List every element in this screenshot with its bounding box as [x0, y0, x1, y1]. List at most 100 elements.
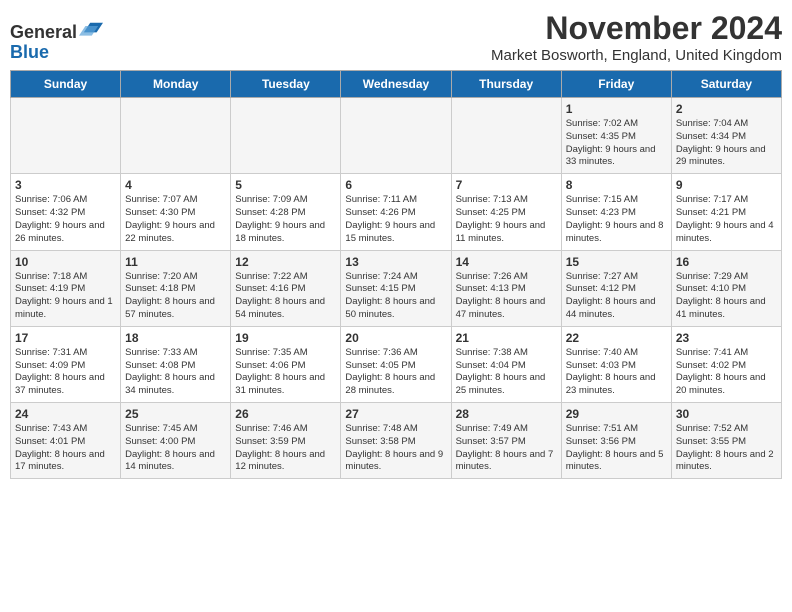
table-row [121, 98, 231, 174]
day-info: Sunrise: 7:41 AMSunset: 4:02 PMDaylight:… [676, 347, 777, 398]
day-info: Sunrise: 7:35 AMSunset: 4:06 PMDaylight:… [235, 347, 336, 398]
day-number: 8 [566, 178, 667, 192]
table-row: 7Sunrise: 7:13 AMSunset: 4:25 PMDaylight… [451, 174, 561, 250]
day-number: 18 [125, 331, 226, 345]
table-row: 29 Sunrise: 7:51 AMSunset: 3:56 PMDayligh… [561, 403, 671, 479]
day-info: Sunrise: 7:49 AMSunset: 3:57 PMDaylight:… [456, 423, 557, 474]
day-info: Sunrise: 7:04 AMSunset: 4:34 PMDaylight:… [676, 118, 777, 169]
table-row: 26Sunrise: 7:46 AMSunset: 3:59 PMDayligh… [231, 403, 341, 479]
col-saturday: Saturday [671, 71, 781, 98]
day-info: Sunrise: 7:33 AMSunset: 4:08 PMDaylight:… [125, 347, 226, 398]
table-row: 30 Sunrise: 7:52 AMSunset: 3:55 PMDayligh… [671, 403, 781, 479]
table-row: 14Sunrise: 7:26 AMSunset: 4:13 PMDayligh… [451, 250, 561, 326]
day-info: Sunrise: 7:43 AMSunset: 4:01 PMDaylight:… [15, 423, 116, 474]
day-number: 13 [345, 255, 446, 269]
day-number: 25 [125, 407, 226, 421]
day-number: 23 [676, 331, 777, 345]
day-info: Sunrise: 7:45 AMSunset: 4:00 PMDaylight:… [125, 423, 226, 474]
table-row: 28 Sunrise: 7:49 AMSunset: 3:57 PMDayligh… [451, 403, 561, 479]
day-info: Sunrise: 7:11 AMSunset: 4:26 PMDaylight:… [345, 194, 446, 245]
day-info: Sunrise: 7:52 AMSunset: 3:55 PMDaylight:… [676, 423, 777, 474]
day-info: Sunrise: 7:36 AMSunset: 4:05 PMDaylight:… [345, 347, 446, 398]
table-row: 16Sunrise: 7:29 AMSunset: 4:10 PMDayligh… [671, 250, 781, 326]
table-row: 20 Sunrise: 7:36 AMSunset: 4:05 PMDayligh… [341, 326, 451, 402]
table-row: 12Sunrise: 7:22 AMSunset: 4:16 PMDayligh… [231, 250, 341, 326]
day-info: Sunrise: 7:06 AMSunset: 4:32 PMDaylight:… [15, 194, 116, 245]
logo-general: General [10, 22, 77, 42]
col-sunday: Sunday [11, 71, 121, 98]
col-friday: Friday [561, 71, 671, 98]
table-row: 8Sunrise: 7:15 AMSunset: 4:23 PMDaylight… [561, 174, 671, 250]
table-row: 6 Sunrise: 7:11 AMSunset: 4:26 PMDaylight… [341, 174, 451, 250]
calendar-table: Sunday Monday Tuesday Wednesday Thursday… [10, 70, 782, 479]
day-info: Sunrise: 7:20 AMSunset: 4:18 PMDaylight:… [125, 271, 226, 322]
table-row: 9Sunrise: 7:17 AMSunset: 4:21 PMDaylight… [671, 174, 781, 250]
table-row [341, 98, 451, 174]
col-tuesday: Tuesday [231, 71, 341, 98]
table-row: 5Sunrise: 7:09 AMSunset: 4:28 PMDaylight… [231, 174, 341, 250]
day-number: 15 [566, 255, 667, 269]
day-info: Sunrise: 7:51 AMSunset: 3:56 PMDaylight:… [566, 423, 667, 474]
day-number: 2 [676, 102, 777, 116]
table-row: 24 Sunrise: 7:43 AMSunset: 4:01 PMDayligh… [11, 403, 121, 479]
table-row: 13 Sunrise: 7:24 AMSunset: 4:15 PMDayligh… [341, 250, 451, 326]
day-number: 11 [125, 255, 226, 269]
table-row [451, 98, 561, 174]
calendar-week-5: 24 Sunrise: 7:43 AMSunset: 4:01 PMDayligh… [11, 403, 782, 479]
day-number: 16 [676, 255, 777, 269]
day-number: 29 [566, 407, 667, 421]
day-number: 19 [235, 331, 336, 345]
table-row: 1 Sunrise: 7:02 AMSunset: 4:35 PMDaylight… [561, 98, 671, 174]
day-info: Sunrise: 7:48 AMSunset: 3:58 PMDaylight:… [345, 423, 446, 474]
day-number: 12 [235, 255, 336, 269]
day-number: 1 [566, 102, 667, 116]
logo: General Blue [10, 14, 103, 63]
table-row: 2 Sunrise: 7:04 AMSunset: 4:34 PMDaylight… [671, 98, 781, 174]
day-info: Sunrise: 7:38 AMSunset: 4:04 PMDaylight:… [456, 347, 557, 398]
day-info: Sunrise: 7:46 AMSunset: 3:59 PMDaylight:… [235, 423, 336, 474]
day-number: 28 [456, 407, 557, 421]
day-number: 30 [676, 407, 777, 421]
table-row: 22Sunrise: 7:40 AMSunset: 4:03 PMDayligh… [561, 326, 671, 402]
page-subtitle: Market Bosworth, England, United Kingdom [491, 47, 782, 64]
day-info: Sunrise: 7:18 AMSunset: 4:19 PMDaylight:… [15, 271, 116, 322]
table-row: 15 Sunrise: 7:27 AMSunset: 4:12 PMDayligh… [561, 250, 671, 326]
logo-icon [79, 14, 103, 38]
day-number: 20 [345, 331, 446, 345]
table-row: 27 Sunrise: 7:48 AMSunset: 3:58 PMDayligh… [341, 403, 451, 479]
logo-blue: Blue [10, 42, 49, 62]
table-row [231, 98, 341, 174]
title-block: November 2024 Market Bosworth, England, … [491, 10, 782, 64]
day-number: 7 [456, 178, 557, 192]
day-info: Sunrise: 7:09 AMSunset: 4:28 PMDaylight:… [235, 194, 336, 245]
day-number: 14 [456, 255, 557, 269]
day-number: 3 [15, 178, 116, 192]
table-row: 4Sunrise: 7:07 AMSunset: 4:30 PMDaylight… [121, 174, 231, 250]
table-row: 25 Sunrise: 7:45 AMSunset: 4:00 PMDayligh… [121, 403, 231, 479]
day-number: 21 [456, 331, 557, 345]
day-number: 27 [345, 407, 446, 421]
table-row: 21 Sunrise: 7:38 AMSunset: 4:04 PMDayligh… [451, 326, 561, 402]
day-info: Sunrise: 7:24 AMSunset: 4:15 PMDaylight:… [345, 271, 446, 322]
day-info: Sunrise: 7:27 AMSunset: 4:12 PMDaylight:… [566, 271, 667, 322]
table-row: 17Sunrise: 7:31 AMSunset: 4:09 PMDayligh… [11, 326, 121, 402]
page-title: November 2024 [491, 10, 782, 47]
day-number: 9 [676, 178, 777, 192]
page-header: General Blue November 2024 Market Boswor… [10, 10, 782, 64]
day-number: 6 [345, 178, 446, 192]
day-info: Sunrise: 7:02 AMSunset: 4:35 PMDaylight:… [566, 118, 667, 169]
calendar-week-3: 10 Sunrise: 7:18 AMSunset: 4:19 PMDayligh… [11, 250, 782, 326]
day-info: Sunrise: 7:31 AMSunset: 4:09 PMDaylight:… [15, 347, 116, 398]
day-number: 22 [566, 331, 667, 345]
day-number: 10 [15, 255, 116, 269]
calendar-week-2: 3 Sunrise: 7:06 AMSunset: 4:32 PMDaylight… [11, 174, 782, 250]
table-row: 11 Sunrise: 7:20 AMSunset: 4:18 PMDayligh… [121, 250, 231, 326]
table-row: 23 Sunrise: 7:41 AMSunset: 4:02 PMDayligh… [671, 326, 781, 402]
calendar-week-1: 1 Sunrise: 7:02 AMSunset: 4:35 PMDaylight… [11, 98, 782, 174]
col-thursday: Thursday [451, 71, 561, 98]
col-wednesday: Wednesday [341, 71, 451, 98]
calendar-week-4: 17Sunrise: 7:31 AMSunset: 4:09 PMDayligh… [11, 326, 782, 402]
day-number: 4 [125, 178, 226, 192]
day-number: 24 [15, 407, 116, 421]
table-row: 3 Sunrise: 7:06 AMSunset: 4:32 PMDaylight… [11, 174, 121, 250]
